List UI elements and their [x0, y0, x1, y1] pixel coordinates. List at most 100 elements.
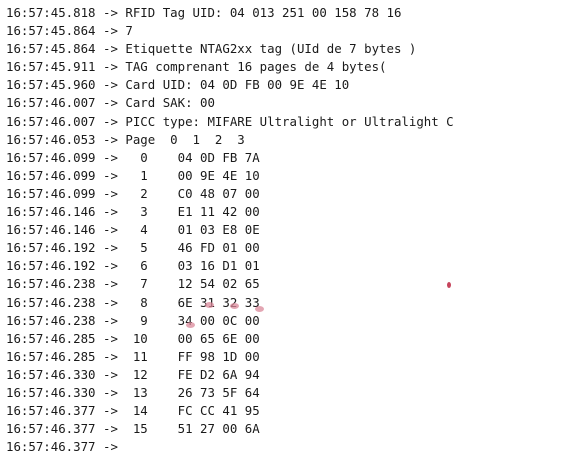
- serial-line: 16:57:45.864 -> Etiquette NTAG2xx tag (U…: [6, 40, 568, 58]
- arrow-separator: ->: [103, 204, 118, 220]
- arrow-separator: ->: [103, 23, 118, 39]
- message-text: 13 26 73 5F 64: [125, 384, 260, 400]
- timestamp: 16:57:45.960: [6, 77, 96, 93]
- serial-line: 16:57:45.864 -> 7: [6, 22, 568, 40]
- arrow-separator: ->: [103, 5, 118, 20]
- serial-line: 16:57:46.099 -> 1 00 9E 4E 10: [6, 167, 568, 185]
- serial-line: 16:57:46.192 -> 6 03 16 D1 01: [6, 257, 568, 275]
- arrow-separator: ->: [103, 41, 118, 57]
- timestamp: 16:57:46.330: [6, 384, 96, 400]
- arrow-separator: ->: [103, 222, 118, 238]
- arrow-separator: ->: [103, 312, 118, 328]
- arrow-separator: ->: [103, 240, 118, 256]
- timestamp: 16:57:46.146: [6, 204, 96, 220]
- serial-line: 16:57:45.960 -> Card UID: 04 0D FB 00 9E…: [6, 76, 568, 94]
- message-text: 6 03 16 D1 01: [125, 258, 260, 274]
- serial-lines: 16:57:45.818 -> RFID Tag UID: 04 013 251…: [6, 4, 568, 456]
- arrow-separator: ->: [103, 330, 118, 346]
- message-text: 8 6E 31 32 33: [125, 294, 260, 310]
- arrow-separator: ->: [103, 366, 118, 382]
- highlight-mark: [255, 306, 264, 312]
- message-text: 3 E1 11 42 00: [125, 204, 260, 220]
- timestamp: 16:57:46.285: [6, 330, 96, 346]
- arrow-separator: ->: [103, 294, 118, 310]
- serial-line: 16:57:45.818 -> RFID Tag UID: 04 013 251…: [6, 4, 568, 22]
- serial-line: 16:57:46.146 -> 3 E1 11 42 00: [6, 203, 568, 221]
- message-text: 7: [125, 23, 133, 39]
- serial-line: 16:57:46.238 -> 7 12 54 02 65: [6, 275, 568, 293]
- serial-line: 16:57:46.007 -> PICC type: MIFARE Ultral…: [6, 113, 568, 131]
- serial-line: 16:57:46.238 -> 9 34 00 0C 00: [6, 312, 568, 330]
- arrow-separator: ->: [103, 403, 118, 419]
- serial-line: 16:57:46.377 ->: [6, 438, 568, 456]
- timestamp: 16:57:46.007: [6, 113, 96, 129]
- timestamp: 16:57:46.377: [6, 403, 96, 419]
- timestamp: 16:57:46.192: [6, 258, 96, 274]
- message-text: 4 01 03 E8 0E: [125, 222, 260, 238]
- timestamp: 16:57:46.099: [6, 167, 96, 183]
- serial-line: 16:57:46.099 -> 2 C0 48 07 00: [6, 185, 568, 203]
- arrow-separator: ->: [103, 77, 118, 93]
- timestamp: 16:57:46.377: [6, 439, 96, 455]
- highlight-mark: [186, 322, 195, 328]
- timestamp: 16:57:45.818: [6, 5, 96, 20]
- timestamp: 16:57:46.192: [6, 240, 96, 256]
- arrow-separator: ->: [103, 276, 118, 292]
- message-text: Etiquette NTAG2xx tag (UId de 7 bytes ): [125, 41, 417, 57]
- message-text: 11 FF 98 1D 00: [125, 348, 260, 364]
- arrow-separator: ->: [103, 185, 118, 201]
- serial-line: 16:57:46.285 -> 11 FF 98 1D 00: [6, 348, 568, 366]
- timestamp: 16:57:46.099: [6, 149, 96, 165]
- message-text: 2 C0 48 07 00: [125, 185, 260, 201]
- timestamp: 16:57:46.238: [6, 276, 96, 292]
- message-text: 0 04 0D FB 7A: [125, 149, 260, 165]
- arrow-separator: ->: [103, 95, 118, 111]
- message-text: 5 46 FD 01 00: [125, 240, 260, 256]
- arrow-separator: ->: [103, 131, 118, 147]
- message-text: 7 12 54 02 65: [125, 276, 260, 292]
- timestamp: 16:57:46.330: [6, 366, 96, 382]
- arrow-separator: ->: [103, 167, 118, 183]
- serial-line: 16:57:46.053 -> Page 0 1 2 3: [6, 131, 568, 149]
- serial-line: 16:57:46.285 -> 10 00 65 6E 00: [6, 330, 568, 348]
- timestamp: 16:57:46.053: [6, 131, 96, 147]
- message-text: TAG comprenant 16 pages de 4 bytes(: [125, 59, 387, 75]
- timestamp: 16:57:45.864: [6, 23, 96, 39]
- timestamp: 16:57:46.146: [6, 222, 96, 238]
- serial-line: 16:57:46.238 -> 8 6E 31 32 33: [6, 294, 568, 312]
- highlight-mark: [230, 303, 239, 309]
- timestamp: 16:57:45.864: [6, 41, 96, 57]
- timestamp: 16:57:45.911: [6, 59, 96, 75]
- arrow-separator: ->: [103, 59, 118, 75]
- arrow-separator: ->: [103, 384, 118, 400]
- serial-line: 16:57:46.192 -> 5 46 FD 01 00: [6, 239, 568, 257]
- serial-line: 16:57:46.099 -> 0 04 0D FB 7A: [6, 149, 568, 167]
- highlight-mark: [205, 302, 214, 308]
- serial-line: 16:57:46.007 -> Card SAK: 00: [6, 94, 568, 112]
- serial-line: 16:57:46.146 -> 4 01 03 E8 0E: [6, 221, 568, 239]
- serial-line: 16:57:46.377 -> 14 FC CC 41 95: [6, 402, 568, 420]
- arrow-separator: ->: [103, 149, 118, 165]
- serial-monitor-output[interactable]: 16:57:45.818 -> RFID Tag UID: 04 013 251…: [6, 4, 568, 468]
- message-text: Card UID: 04 0D FB 00 9E 4E 10: [125, 77, 350, 93]
- arrow-separator: ->: [103, 258, 118, 274]
- message-text: 10 00 65 6E 00: [125, 330, 260, 346]
- highlight-mark: [447, 282, 451, 288]
- message-text: 14 FC CC 41 95: [125, 403, 260, 419]
- message-text: Card SAK: 00: [125, 95, 215, 111]
- message-text: 15 51 27 00 6A: [125, 421, 260, 437]
- serial-line: 16:57:46.330 -> 12 FE D2 6A 94: [6, 366, 568, 384]
- arrow-separator: ->: [103, 348, 118, 364]
- timestamp: 16:57:46.377: [6, 421, 96, 437]
- timestamp: 16:57:46.007: [6, 95, 96, 111]
- serial-line: 16:57:45.911 -> TAG comprenant 16 pages …: [6, 58, 568, 76]
- timestamp: 16:57:46.238: [6, 312, 96, 328]
- message-text: PICC type: MIFARE Ultralight or Ultralig…: [125, 113, 454, 129]
- serial-line: 16:57:46.377 -> 15 51 27 00 6A: [6, 420, 568, 438]
- timestamp: 16:57:46.285: [6, 348, 96, 364]
- timestamp: 16:57:46.099: [6, 185, 96, 201]
- arrow-separator: ->: [103, 113, 118, 129]
- message-text: 12 FE D2 6A 94: [125, 366, 260, 382]
- timestamp: 16:57:46.238: [6, 294, 96, 310]
- arrow-separator: ->: [103, 439, 118, 455]
